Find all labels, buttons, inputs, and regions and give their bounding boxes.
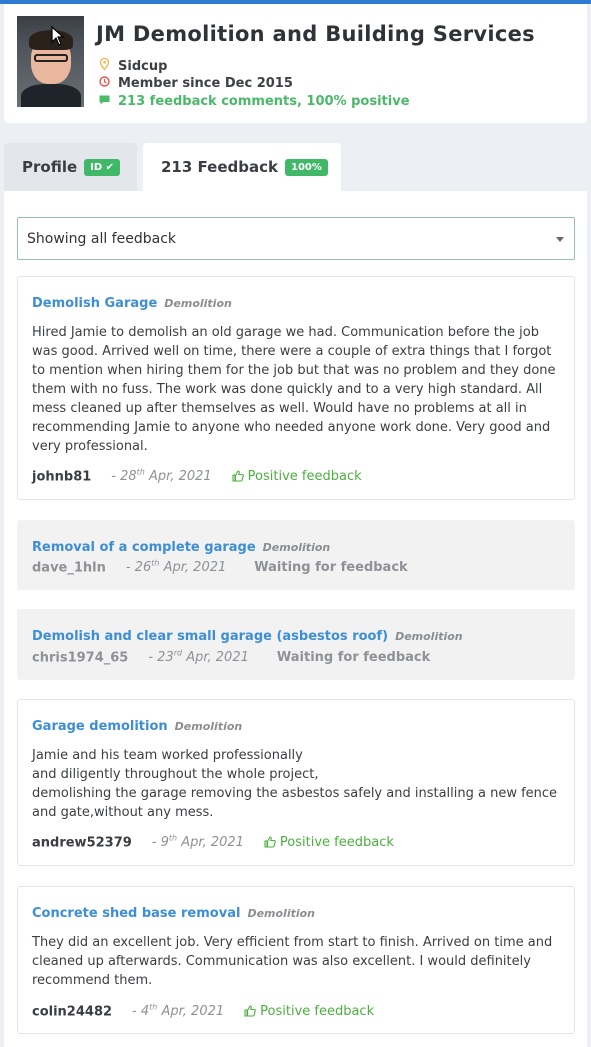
job-category: Demolition [174,720,243,733]
feedback-text: Jamie and his team worked professionally… [32,748,558,820]
feedback-text: They did an excellent job. Very efficien… [32,935,553,988]
job-category: Demolition [395,630,463,643]
feedback-summary-text: 213 feedback comments, 100% positive [118,94,410,109]
member-since-text: Member since Dec 2015 [118,76,293,91]
feedback-footer: colin24482 - 4th Apr, 2021 Positive feedba… [32,1003,374,1021]
feedback-card: Removal of a complete garage Demolition d… [17,520,575,590]
feedback-footer: chris1974_65 - 23rd Apr, 2021 Waiting for … [32,649,430,665]
waiting-feedback-status: Waiting for feedback [276,650,431,666]
positive-percent-badge: 100% [284,158,328,176]
feedback-footer: dave_1hln - 26th Apr, 2021 Waiting for fee… [32,559,408,575]
tab-feedback-label: 213 Feedback [161,158,278,176]
tab-feedback[interactable]: 213 Feedback 100% [143,143,341,191]
job-title-link[interactable]: Demolish Garage [32,296,157,311]
id-verified-badge: ID ✔ [84,158,121,176]
feedback-text: Hired Jamie to demolish an old garage we… [32,325,556,454]
filter-selected-value: Showing all feedback [27,230,176,247]
thumbs-up-icon [264,836,276,852]
job-category: Demolition [164,297,232,310]
job-title-link[interactable]: Removal of a complete garage [32,540,256,555]
thumbs-up-icon [232,470,244,486]
chevron-down-icon [556,237,564,242]
waiting-feedback-status: Waiting for feedback [254,560,408,576]
positive-feedback-status: Positive feedback [264,835,394,850]
positive-feedback-status: Positive feedback [232,469,362,484]
feedback-summary: 213 feedback comments, 100% positive [97,94,410,109]
feedback-date: - 9th Apr, 2021 [151,834,244,851]
comment-icon [97,95,111,108]
reviewer-username[interactable]: dave_1hln [32,560,106,575]
page-title: JM Demolition and Building Services [96,22,535,46]
job-title-link[interactable]: Demolish and clear small garage (asbesto… [32,629,388,644]
member-since: Member since Dec 2015 [97,76,293,91]
feedback-filter-select[interactable]: Showing all feedback [17,217,575,260]
feedback-panel: Showing all feedback Demolish Garage Demo… [4,191,587,1047]
reviewer-username[interactable]: colin24482 [32,1004,112,1019]
tab-bar: Profile ID ✔ 213 Feedback 100% [4,143,587,191]
profile-header: JM Demolition and Building Services Sidc… [4,4,587,123]
feedback-footer: johnb81 - 28th Apr, 2021 Positive feedback [32,468,362,486]
feedback-footer: andrew52379 - 9th Apr, 2021 Positive feedb… [32,834,394,852]
feedback-date: - 4th Apr, 2021 [132,1003,225,1020]
feedback-card: Demolish and clear small garage (asbesto… [17,609,575,680]
feedback-date: - 26th Apr, 2021 [125,559,227,576]
thumbs-up-icon [244,1005,256,1021]
tab-profile-label: Profile [22,158,78,176]
location-text: Sidcup [118,59,168,74]
positive-feedback-status: Positive feedback [244,1004,374,1019]
tab-profile[interactable]: Profile ID ✔ [4,143,137,191]
feedback-date: - 23rd Apr, 2021 [148,649,249,666]
reviewer-username[interactable]: chris1974_65 [32,650,128,665]
feedback-card: Concrete shed base removal Demolition The… [17,886,575,1034]
location: Sidcup [97,57,168,74]
clock-icon [97,76,111,90]
feedback-card: Garage demolition Demolition Jamie and hi… [17,699,575,866]
map-pin-icon [97,57,111,73]
job-title-link[interactable]: Garage demolition [32,719,168,734]
job-title-link[interactable]: Concrete shed base removal [32,906,240,921]
feedback-date: - 28th Apr, 2021 [111,468,212,485]
job-category: Demolition [247,907,316,920]
reviewer-username[interactable]: johnb81 [32,469,91,484]
reviewer-username[interactable]: andrew52379 [32,835,132,850]
feedback-card: Demolish Garage Demolition Hired Jamie to… [17,276,575,500]
job-category: Demolition [262,541,331,554]
